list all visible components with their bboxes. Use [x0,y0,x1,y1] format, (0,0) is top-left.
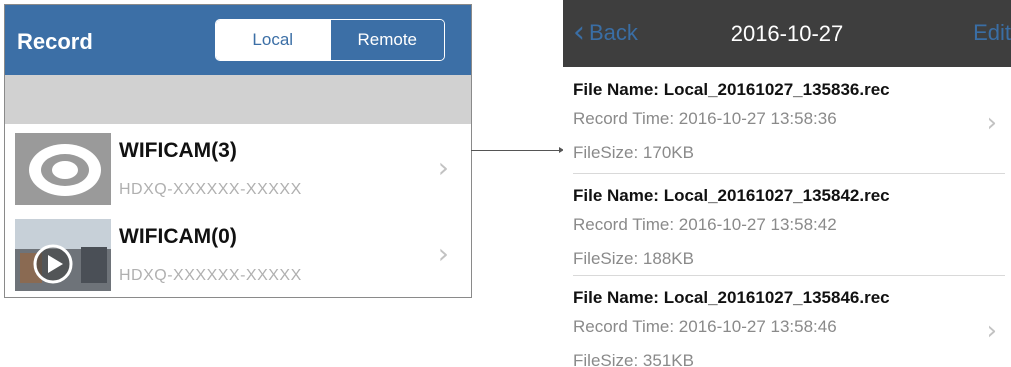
chevron-right-icon: › [986,108,997,138]
record-time: Record Time: 2016-10-27 13:58:36 [573,109,837,128]
page-title: Record [17,29,93,54]
camera-name: WIFICAM(0) [119,225,237,248]
chevron-right-icon: › [437,237,449,270]
file-row[interactable]: File Name: Local_20161027_135846.rec Rec… [563,276,1011,367]
camera-thumbnail [15,133,111,205]
camera-row[interactable]: WIFICAM(3) HDXQ-XXXXXX-XXXXX › [5,125,471,211]
play-icon [15,219,111,291]
date-title: 2016-10-27 [730,21,844,46]
source-segmented-control[interactable]: Local Remote [215,19,445,61]
tab-local[interactable]: Local [216,20,330,60]
tab-remote[interactable]: Remote [329,20,444,60]
file-list-panel: ‹ Back 2016-10-27 Edit File Name: Local_… [563,0,1011,367]
file-list-header: ‹ Back 2016-10-27 Edit [563,0,1011,67]
file-size: FileSize: 188KB [573,249,694,268]
record-header: Record Local Remote [5,5,471,75]
camera-id: HDXQ-XXXXXX-XXXXX [119,181,302,198]
connector-line [471,150,561,151]
camera-thumbnail [15,219,111,291]
section-spacer [5,75,471,124]
chevron-right-icon: › [437,151,449,184]
edit-button[interactable]: Edit [973,20,1011,46]
file-row[interactable]: File Name: Local_20161027_135836.rec Rec… [563,68,1011,170]
camera-row[interactable]: WIFICAM(0) HDXQ-XXXXXX-XXXXX › [5,211,471,297]
chevron-right-icon: › [986,316,997,346]
camera-id: HDXQ-XXXXXX-XXXXX [119,267,302,284]
record-time: Record Time: 2016-10-27 13:58:46 [573,317,837,336]
file-row[interactable]: File Name: Local_20161027_135842.rec Rec… [563,174,1011,276]
file-size: FileSize: 351KB [573,351,694,367]
file-size: FileSize: 170KB [573,143,694,162]
camera-lens-icon [15,133,111,205]
file-name: File Name: Local_20161027_135836.rec [573,80,890,99]
camera-name: WIFICAM(3) [119,139,237,162]
record-panel: Record Local Remote WIFICAM(3) HDXQ-XXXX… [4,4,472,298]
record-time: Record Time: 2016-10-27 13:58:42 [573,215,837,234]
file-name: File Name: Local_20161027_135842.rec [573,186,890,205]
file-name: File Name: Local_20161027_135846.rec [573,288,890,307]
